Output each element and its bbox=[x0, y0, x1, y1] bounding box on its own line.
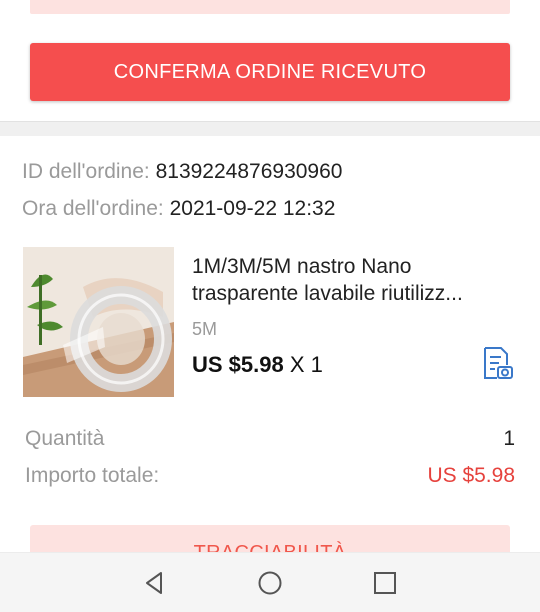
order-id-label: ID dell'ordine: bbox=[22, 160, 150, 183]
order-id-row: ID dell'ordine: 8139224876930960 bbox=[22, 160, 342, 184]
order-id-value: 8139224876930960 bbox=[155, 160, 343, 183]
product-title-line-1: 1M/3M/5M nastro Nano bbox=[192, 255, 412, 278]
back-icon[interactable] bbox=[140, 569, 168, 597]
order-time-value: 2021-09-22 12:32 bbox=[169, 197, 336, 220]
order-time-label: Ora dell'ordine: bbox=[22, 197, 164, 220]
product-variant: 5M bbox=[192, 319, 218, 339]
product-title[interactable]: 1M/3M/5M nastro Nano trasparente lavabil… bbox=[192, 253, 512, 307]
confirm-order-received-button[interactable]: CONFERMA ORDINE RICEVUTO bbox=[30, 43, 510, 101]
order-time-row: Ora dell'ordine: 2021-09-22 12:32 bbox=[22, 197, 335, 221]
product-price: US $5.98 bbox=[192, 352, 284, 377]
total-amount-label: Importo totale: bbox=[25, 464, 160, 487]
quantity-value: 1 bbox=[503, 427, 515, 450]
order-detail-screen: CONFERMA ORDINE RICEVUTO ID dell'ordine:… bbox=[0, 0, 540, 612]
recents-icon[interactable] bbox=[371, 569, 399, 597]
total-amount-value: US $5.98 bbox=[427, 464, 515, 487]
previous-action-button[interactable] bbox=[30, 0, 510, 14]
section-divider bbox=[0, 121, 540, 136]
product-price-row: US $5.98 X 1 bbox=[192, 352, 323, 378]
home-icon[interactable] bbox=[256, 569, 284, 597]
product-title-line-2: trasparente lavabile riutilizz... bbox=[192, 282, 463, 305]
product-quantity: X 1 bbox=[289, 352, 323, 377]
system-navigation-bar bbox=[0, 552, 540, 612]
quantity-label: Quantità bbox=[25, 427, 105, 450]
snapshot-icon[interactable] bbox=[479, 345, 515, 381]
product-image[interactable] bbox=[23, 247, 174, 397]
